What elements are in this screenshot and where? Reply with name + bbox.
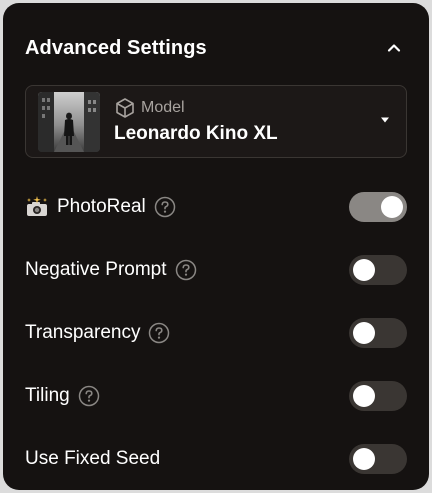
transparency-label: Transparency [25,322,141,343]
setting-row-negative-prompt: Negative Prompt [25,255,407,285]
negative-prompt-toggle[interactable] [349,255,407,285]
tiling-label: Tiling [25,385,70,406]
panel-header[interactable]: Advanced Settings [25,31,407,65]
toggle-knob [353,385,375,407]
chevron-up-icon [387,44,401,52]
help-icon[interactable] [78,385,100,407]
setting-row-photoreal: PhotoReal [25,192,407,222]
photoreal-label: PhotoReal [57,196,146,217]
panel-title: Advanced Settings [25,36,207,59]
setting-row-tiling: Tiling [25,381,407,411]
toggle-knob [381,196,403,218]
transparency-toggle[interactable] [349,318,407,348]
use-fixed-seed-label: Use Fixed Seed [25,448,161,469]
model-label: Model [141,99,185,116]
toggle-knob [353,259,375,281]
toggle-knob [353,322,375,344]
collapse-button[interactable] [381,35,407,61]
caret-down-icon[interactable] [380,116,390,124]
setting-row-transparency: Transparency [25,318,407,348]
toggle-knob [353,448,375,470]
model-selector[interactable]: Model Leonardo Kino XL [25,85,407,158]
model-name: Leonardo Kino XL [114,123,278,144]
tiling-toggle[interactable] [349,381,407,411]
model-thumbnail [38,92,100,152]
advanced-settings-panel: Advanced Settings Model Leonardo Kino XL… [3,3,429,490]
help-icon[interactable] [148,322,170,344]
cube-icon [116,98,134,118]
use-fixed-seed-toggle[interactable] [349,444,407,474]
photoreal-toggle[interactable] [349,192,407,222]
model-label-row: Model [114,97,185,119]
camera-sparkle-icon [25,195,49,219]
setting-row-use-fixed-seed: Use Fixed Seed [25,444,407,474]
help-icon[interactable] [154,196,176,218]
negative-prompt-label: Negative Prompt [25,259,167,280]
help-icon[interactable] [175,259,197,281]
